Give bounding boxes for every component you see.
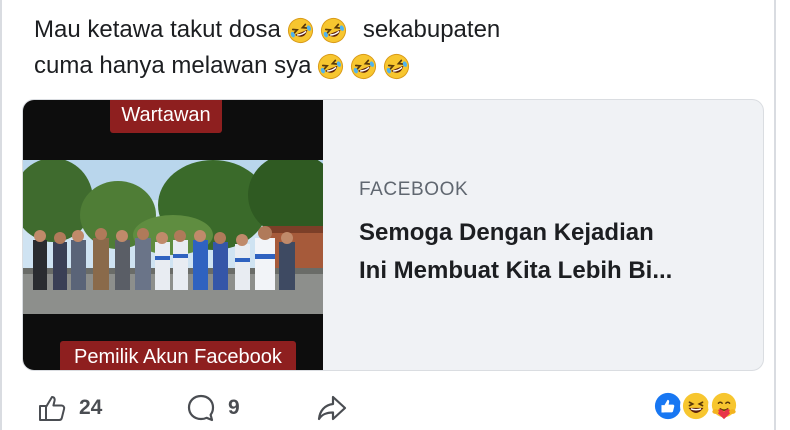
feed-border-left — [0, 0, 2, 430]
link-title[interactable]: Semoga Dengan Kejadian Ini Membuat Kita … — [359, 214, 749, 290]
like-count: 24 — [79, 396, 103, 419]
reaction-summary[interactable] — [652, 390, 740, 422]
comment-button[interactable]: 9 — [186, 388, 240, 428]
rolling-laughing-emoji-icon — [287, 17, 314, 44]
rolling-laughing-emoji-icon — [320, 17, 347, 44]
rolling-laughing-emoji-icon — [317, 53, 344, 80]
rolling-laughing-emoji-icon — [383, 53, 410, 80]
link-title-line-1: Semoga Dengan Kejadian — [359, 219, 654, 246]
thumbnail-caption-top: Wartawan — [110, 100, 222, 133]
post-text-segment: Mau ketawa takut dosa — [34, 16, 281, 43]
link-source: FACEBOOK — [359, 179, 469, 200]
thumbs-up-icon — [37, 393, 67, 423]
share-button[interactable] — [316, 388, 348, 428]
post-text-line-2: cuma hanya melawan sya — [34, 48, 734, 84]
care-reaction-icon — [708, 390, 740, 422]
link-preview-thumbnail[interactable]: Wartawan Pemilik Akun Facebook — [23, 100, 323, 370]
link-title-line-2: Ini Membuat Kita Lebih Bi... — [359, 257, 673, 284]
post-text: Mau ketawa takut dosa sekabupaten cuma h… — [34, 12, 734, 84]
comment-bubble-icon — [186, 393, 216, 423]
thumbnail-caption-bottom: Pemilik Akun Facebook — [60, 341, 296, 370]
rolling-laughing-emoji-icon — [350, 53, 377, 80]
post-text-line-1: Mau ketawa takut dosa sekabupaten — [34, 12, 734, 48]
like-button[interactable]: 24 — [37, 388, 102, 428]
post-text-segment: sekabupaten — [362, 16, 501, 43]
comment-count: 9 — [228, 396, 240, 419]
post-text-segment: cuma hanya melawan sya — [34, 52, 312, 79]
feed-border-right — [774, 0, 776, 430]
link-preview-info[interactable]: FACEBOOK Semoga Dengan Kejadian Ini Memb… — [359, 178, 749, 290]
share-arrow-icon — [316, 393, 348, 423]
thumbnail-photo — [23, 160, 323, 314]
link-preview-card[interactable]: Wartawan Pemilik Akun Facebook FACEBOOK … — [22, 99, 764, 371]
